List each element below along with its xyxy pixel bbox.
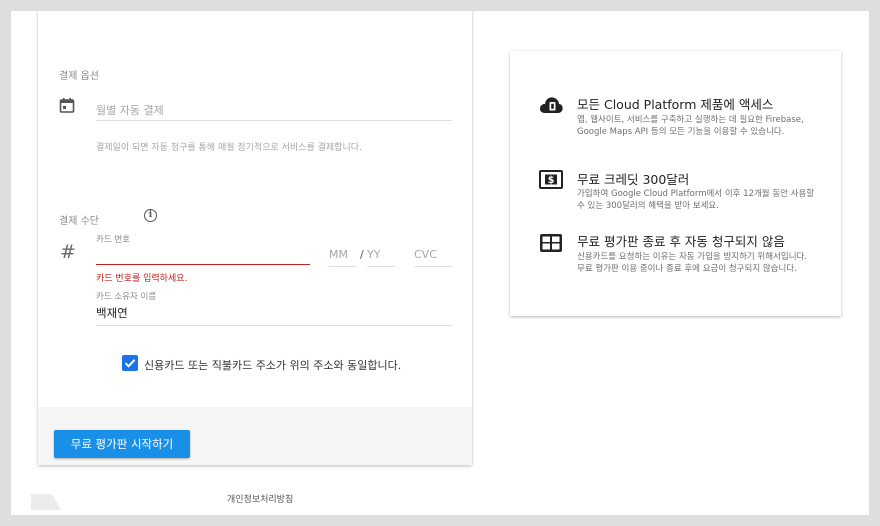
same-address-label: 신용카드 또는 직불카드 주소가 위의 주소와 동일합니다. bbox=[144, 359, 402, 372]
decorative-tab bbox=[31, 494, 61, 510]
calendar-icon bbox=[59, 98, 75, 113]
checkmark-icon bbox=[124, 359, 136, 368]
benefit-title-access: 모든 Cloud Platform 제품에 액세스 bbox=[577, 97, 774, 112]
svg-text:$: $ bbox=[548, 175, 555, 186]
payment-method-label: 결제 수단 bbox=[59, 216, 99, 227]
expiry-month-input[interactable]: MM bbox=[329, 248, 348, 261]
trial-benefits-card: 모든 Cloud Platform 제품에 액세스 앱, 웹사이트, 서비스를 … bbox=[510, 51, 841, 316]
cloud-icon bbox=[539, 97, 563, 113]
hash-icon: # bbox=[60, 241, 76, 263]
cardholder-underline bbox=[96, 325, 452, 326]
cvc-underline bbox=[414, 266, 452, 267]
card-number-input[interactable] bbox=[96, 245, 310, 265]
benefit-desc-access: 앱, 웹사이트, 서비스를 구축하고 실행하는 데 필요한 Firebase, … bbox=[577, 115, 804, 137]
cvc-input[interactable]: CVC bbox=[414, 248, 437, 261]
benefit-title-no-charge: 무료 평가판 종료 후 자동 청구되지 않음 bbox=[577, 234, 785, 249]
benefit-title-credit: 무료 크레딧 300달러 bbox=[577, 172, 690, 187]
expiry-year-input[interactable]: YY bbox=[367, 248, 380, 261]
info-icon[interactable]: i bbox=[144, 209, 157, 222]
card-number-error: 카드 번호를 입력하세요. bbox=[96, 274, 188, 284]
same-address-checkbox[interactable] bbox=[122, 355, 138, 371]
billing-plan-help: 결제일이 되면 자동 청구를 통해 매월 정기적으로 서비스를 결제합니다. bbox=[96, 143, 362, 153]
benefit-desc-credit: 가입하여 Google Cloud Platform에서 이후 12개월 동안 … bbox=[577, 189, 815, 211]
cardholder-input[interactable]: 백재연 bbox=[96, 305, 128, 321]
cardholder-label: 카드 소유자 이름 bbox=[96, 292, 157, 302]
expiry-month-underline bbox=[329, 266, 357, 267]
expiry-separator: / bbox=[360, 248, 364, 261]
expiry-year-underline bbox=[367, 266, 395, 267]
billing-plan-underline bbox=[96, 120, 452, 121]
payment-options-label: 결제 옵션 bbox=[59, 71, 99, 82]
dollar-bill-icon: $ bbox=[539, 170, 563, 189]
payment-card: 결제 옵션 월별 자동 결제 결제일이 되면 자동 청구를 통해 매월 정기적으… bbox=[38, 11, 472, 465]
card-number-label: 카드 번호 bbox=[96, 235, 130, 245]
benefit-desc-no-charge: 신용카드를 요청하는 이유는 자동 가입을 방지하기 위해서입니다. 무료 평가… bbox=[577, 252, 808, 274]
page-frame: 결제 옵션 월별 자동 결제 결제일이 되면 자동 청구를 통해 매월 정기적으… bbox=[11, 11, 869, 515]
no-autocharge-icon bbox=[540, 234, 562, 252]
billing-plan-field[interactable]: 월별 자동 결제 bbox=[96, 102, 164, 118]
privacy-policy-link[interactable]: 개인정보처리방침 bbox=[227, 492, 293, 505]
start-free-trial-button[interactable]: 무료 평가판 시작하기 bbox=[54, 430, 190, 458]
